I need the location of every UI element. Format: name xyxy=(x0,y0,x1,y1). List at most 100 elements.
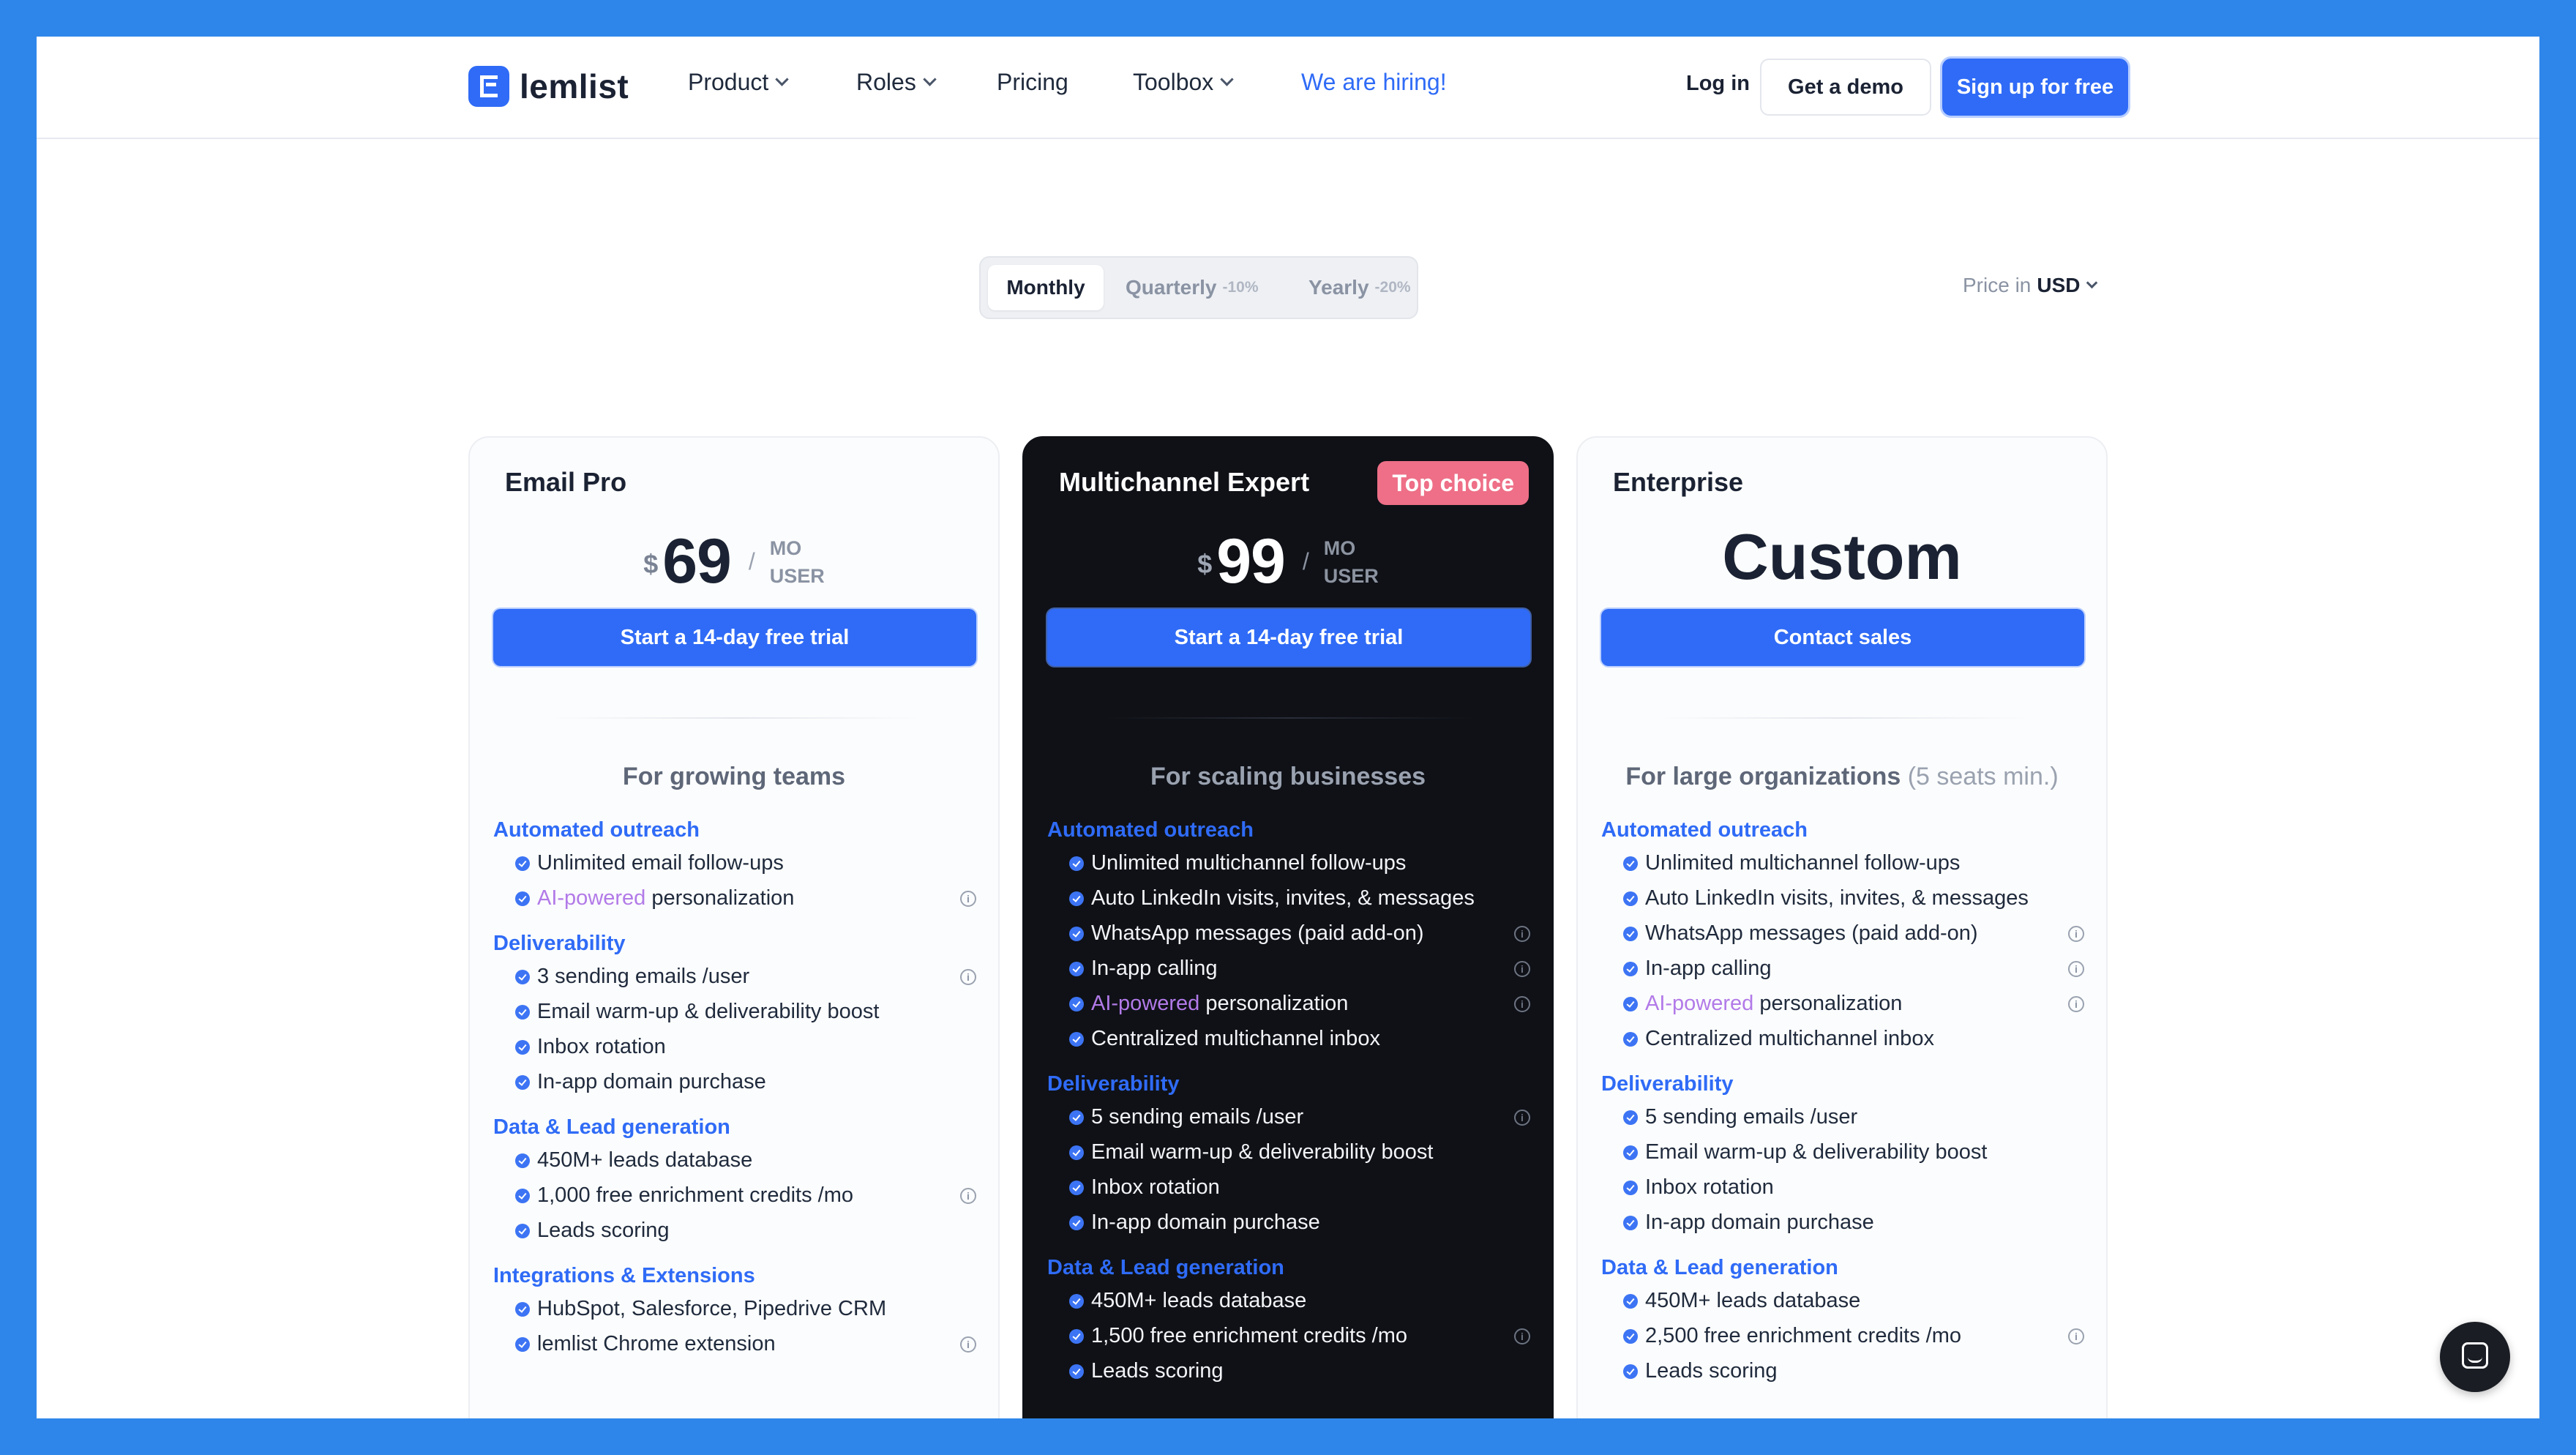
price-unit-period: MO xyxy=(769,536,802,559)
check-circle-icon xyxy=(1069,1145,1084,1160)
feature-text: Centralized multichannel inbox xyxy=(1091,1027,1380,1051)
plan-name: Email Pro xyxy=(505,467,627,497)
info-icon[interactable]: i xyxy=(2068,1328,2084,1344)
feature-text: lemlist Chrome extension xyxy=(537,1332,776,1356)
feature-item: Auto LinkedIn visits, invites, & message… xyxy=(1601,880,2084,916)
info-icon[interactable]: i xyxy=(1514,996,1530,1012)
price-amount: 99 xyxy=(1216,526,1286,596)
feature-label: 450M+ leads database xyxy=(537,1148,753,1172)
page-frame: lemlist Product Roles Pricing Toolbox We… xyxy=(37,37,2539,1418)
start-trial-button[interactable]: Start a 14-day free trial xyxy=(1047,609,1530,666)
feature-text: Email warm-up & deliverability boost xyxy=(1091,1140,1433,1164)
check-circle-icon xyxy=(515,891,530,906)
billing-option-yearly[interactable]: Yearly -20% xyxy=(1308,265,1411,310)
info-icon[interactable]: i xyxy=(2068,961,2084,977)
check-circle-icon xyxy=(1069,891,1084,906)
nav-roles[interactable]: Roles xyxy=(856,69,937,96)
info-icon[interactable]: i xyxy=(2068,926,2084,942)
check-circle-icon xyxy=(1069,1216,1084,1230)
check-circle-icon xyxy=(515,1040,530,1055)
feature-item: In-app domain purchase xyxy=(493,1064,976,1099)
plan-audience: For scaling businesses xyxy=(1150,763,1426,790)
plan-name: Multichannel Expert xyxy=(1059,467,1310,497)
contact-sales-button[interactable]: Contact sales xyxy=(1601,609,2084,666)
check-circle-icon xyxy=(515,1224,530,1238)
feature-label: Email warm-up & deliverability boost xyxy=(537,999,880,1023)
feature-item: Centralized multichannel inbox xyxy=(1047,1021,1530,1056)
currency-value: USD xyxy=(2037,274,2081,296)
nav-toolbox[interactable]: Toolbox xyxy=(1133,69,1234,96)
check-circle-icon xyxy=(1069,1032,1084,1047)
plan-card-enterprise: Enterprise Custom Contact sales For larg… xyxy=(1576,436,2108,1418)
signup-button[interactable]: Sign up for free xyxy=(1942,59,2128,116)
plan-price: $ 69 / MO USER xyxy=(470,525,998,598)
feature-item: Auto LinkedIn visits, invites, & message… xyxy=(1047,880,1530,916)
feature-text: 450M+ leads database xyxy=(1091,1289,1306,1313)
billing-option-quarterly[interactable]: Quarterly -10% xyxy=(1126,265,1259,310)
check-circle-icon xyxy=(1069,1364,1084,1379)
check-circle-icon xyxy=(1623,891,1638,906)
feature-text: Unlimited multichannel follow-ups xyxy=(1645,851,1960,875)
ai-powered-label: AI-powered xyxy=(537,886,646,910)
feature-item: Centralized multichannel inbox xyxy=(1601,1021,2084,1056)
feature-label: Auto LinkedIn visits, invites, & message… xyxy=(1645,886,2029,910)
check-circle-icon xyxy=(515,856,530,871)
feature-item: HubSpot, Salesforce, Pipedrive CRM xyxy=(493,1291,976,1326)
info-icon[interactable]: i xyxy=(1514,961,1530,977)
feature-label: In-app calling xyxy=(1645,956,1772,980)
chevron-down-icon xyxy=(923,72,937,86)
info-icon[interactable]: i xyxy=(960,969,976,985)
feature-label: Leads scoring xyxy=(537,1218,670,1242)
price-unit: MO USER xyxy=(770,534,825,590)
billing-option-label: Monthly xyxy=(1006,276,1085,299)
feature-text: Leads scoring xyxy=(1645,1359,1778,1383)
info-icon[interactable]: i xyxy=(2068,996,2084,1012)
nav-hiring-link[interactable]: We are hiring! xyxy=(1301,69,1447,96)
login-link[interactable]: Log in xyxy=(1686,72,1750,96)
nav-pricing[interactable]: Pricing xyxy=(997,69,1068,96)
check-circle-icon xyxy=(515,1153,530,1168)
info-icon[interactable]: i xyxy=(1514,1328,1530,1344)
feature-label: 450M+ leads database xyxy=(1645,1288,1861,1312)
nav-product[interactable]: Product xyxy=(688,69,789,96)
currency-selector[interactable]: Price in USD xyxy=(1963,274,2097,297)
divider xyxy=(550,717,921,719)
feature-label: 2,500 free enrichment credits /mo xyxy=(1645,1323,1961,1347)
feature-item: 450M+ leads database xyxy=(1047,1283,1530,1318)
feature-label: Inbox rotation xyxy=(1645,1175,1774,1199)
feature-text: 5 sending emails /user xyxy=(1645,1105,1857,1129)
feature-item: lemlist Chrome extension i xyxy=(493,1326,976,1361)
info-icon[interactable]: i xyxy=(1514,1110,1530,1126)
logo[interactable]: lemlist xyxy=(468,66,629,107)
feature-item: 5 sending emails /user i xyxy=(1047,1099,1530,1134)
get-demo-button[interactable]: Get a demo xyxy=(1760,59,1931,116)
feature-text: Leads scoring xyxy=(1091,1359,1224,1383)
feature-label: Inbox rotation xyxy=(1091,1175,1220,1199)
start-trial-button[interactable]: Start a 14-day free trial xyxy=(493,609,976,666)
chat-launcher-icon[interactable] xyxy=(2440,1322,2510,1392)
top-choice-badge: Top choice xyxy=(1377,461,1529,505)
ai-powered-label: AI-powered xyxy=(1091,991,1200,1015)
feature-section-title: Automated outreach xyxy=(1047,818,1254,842)
info-icon[interactable]: i xyxy=(960,891,976,907)
divider xyxy=(1104,717,1475,719)
feature-text: 1,000 free enrichment credits /mo xyxy=(537,1183,853,1208)
feature-section-title: Data & Lead generation xyxy=(1047,1256,1284,1279)
currency-prefix: Price in xyxy=(1963,274,2032,296)
feature-item: Unlimited email follow-ups xyxy=(493,845,976,880)
nav-product-label: Product xyxy=(688,69,769,95)
check-circle-icon xyxy=(1069,1329,1084,1344)
feature-section-title: Deliverability xyxy=(1601,1072,1734,1096)
feature-item: AI-powered personalization i xyxy=(1047,986,1530,1021)
feature-label: 5 sending emails /user xyxy=(1091,1104,1304,1129)
billing-option-monthly[interactable]: Monthly xyxy=(988,265,1104,310)
feature-text: AI-powered personalization xyxy=(1091,992,1348,1016)
nav-toolbox-label: Toolbox xyxy=(1133,69,1214,95)
nav-hiring-label: We are hiring! xyxy=(1301,69,1447,95)
price-unit-seat: USER xyxy=(1323,564,1379,587)
feature-label: 1,000 free enrichment credits /mo xyxy=(537,1183,853,1207)
info-icon[interactable]: i xyxy=(960,1336,976,1353)
info-icon[interactable]: i xyxy=(1514,926,1530,942)
feature-label: Email warm-up & deliverability boost xyxy=(1091,1140,1434,1164)
info-icon[interactable]: i xyxy=(960,1188,976,1204)
